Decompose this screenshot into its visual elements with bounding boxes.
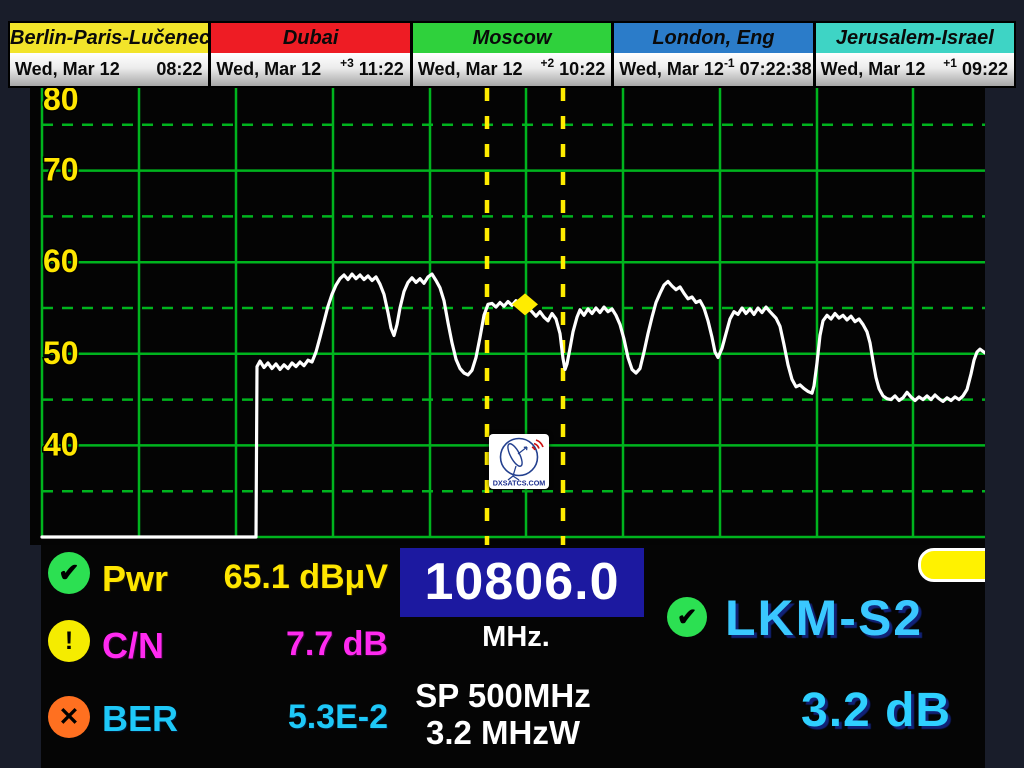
satellite-dish-icon <box>501 439 544 481</box>
clock-cell-jerusalem[interactable]: Jerusalem-Israel Wed, Mar 12 +1 09:22 <box>813 23 1014 86</box>
clock-utc-offset: -1 <box>724 56 735 70</box>
clock-time: 07:22:38 <box>740 59 818 80</box>
clock-time: 10:22 <box>559 59 611 80</box>
pwr-status-ok-icon: ✔ <box>48 552 90 594</box>
clock-utc-offset: +2 <box>540 56 554 70</box>
clock-time: 08:22 <box>156 59 208 80</box>
pwr-value: 65.1 dBμV <box>141 558 388 597</box>
frequency-display[interactable]: 10806.0 <box>400 548 644 617</box>
clock-date: Wed, Mar 12 <box>614 59 724 80</box>
clock-cell-dubai[interactable]: Dubai Wed, Mar 12 +3 11:22 <box>208 23 409 86</box>
frequency-unit-label: MHz. <box>394 621 638 654</box>
clock-utc-offset: +3 <box>340 56 354 70</box>
clock-time-row: Wed, Mar 12 +2 10:22 <box>413 53 611 86</box>
spectrum-trace <box>42 274 985 537</box>
clock-time-row: Wed, Mar 12 08:22 <box>10 53 208 86</box>
standard-label: LKM-S2 <box>725 589 923 647</box>
clock-time: 09:22 <box>962 59 1014 80</box>
y-axis-tick-label: 80 <box>43 88 79 117</box>
satellite-meter-screen: Berlin-Paris-Lučenec Wed, Mar 12 08:22 D… <box>0 0 1024 768</box>
ber-status-fail-icon: ✕ <box>48 696 90 738</box>
clock-city-label: Dubai <box>211 23 409 53</box>
watermark-text: DXSATCS.COM <box>493 479 546 488</box>
clock-cell-london[interactable]: London, Eng Wed, Mar 12 -1 07:22:38 <box>611 23 812 86</box>
standard-lock-ok-icon: ✔ <box>667 597 707 637</box>
world-clock-bar: Berlin-Paris-Lučenec Wed, Mar 12 08:22 D… <box>8 21 1016 88</box>
level-right-value: 3.2 dB <box>801 683 951 738</box>
clock-city-label: Jerusalem-Israel <box>816 23 1014 53</box>
clock-date: Wed, Mar 12 <box>816 59 926 80</box>
y-axis-tick-label: 60 <box>43 243 79 279</box>
clock-date: Wed, Mar 12 <box>413 59 523 80</box>
clock-utc-offset: +1 <box>943 56 957 70</box>
cn-value: 7.7 dB <box>141 625 388 664</box>
y-axis-tick-label: 70 <box>43 152 79 188</box>
bandwidth-label: 3.2 MHzW <box>333 714 673 752</box>
dxsatcs-watermark-logo: DXSATCS.COM <box>489 434 549 489</box>
clock-cell-moscow[interactable]: Moscow Wed, Mar 12 +2 10:22 <box>410 23 611 86</box>
clock-cell-berlin-paris-lucenec[interactable]: Berlin-Paris-Lučenec Wed, Mar 12 08:22 <box>10 23 208 86</box>
clock-city-label: Berlin-Paris-Lučenec <box>10 23 208 53</box>
clock-time: 11:22 <box>359 59 410 80</box>
clock-time-row: Wed, Mar 12 +1 09:22 <box>816 53 1014 86</box>
clock-time-row: Wed, Mar 12 +3 11:22 <box>211 53 409 86</box>
readout-panel: ✔ Pwr 65.1 dBμV ! C/N 7.7 dB ✕ BER 5.3E-… <box>41 545 985 768</box>
clock-time-row: Wed, Mar 12 -1 07:22:38 <box>614 53 812 86</box>
clock-city-label: London, Eng <box>614 23 812 53</box>
battery-indicator <box>918 548 985 582</box>
clock-date: Wed, Mar 12 <box>211 59 321 80</box>
clock-date: Wed, Mar 12 <box>10 59 120 80</box>
y-axis-tick-label: 50 <box>43 335 79 371</box>
cn-status-warning-icon: ! <box>48 620 90 662</box>
y-axis-tick-label: 40 <box>43 426 79 462</box>
clock-city-label: Moscow <box>413 23 611 53</box>
span-label: SP 500MHz <box>333 677 673 715</box>
